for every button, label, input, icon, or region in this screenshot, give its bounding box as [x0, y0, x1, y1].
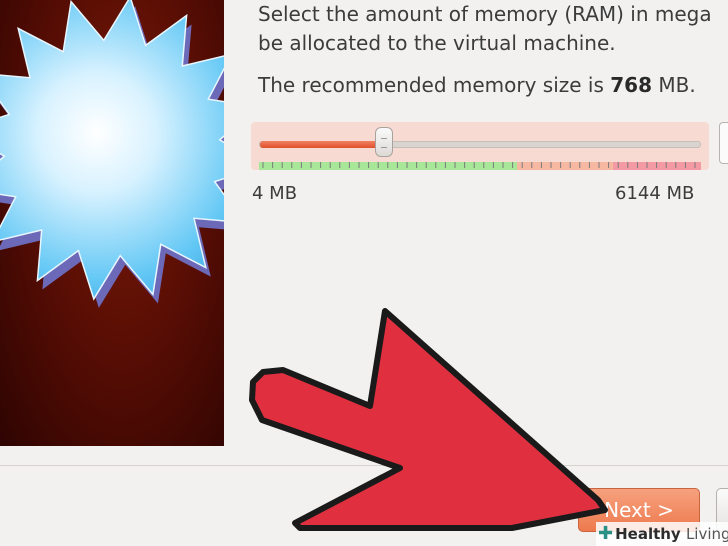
slider-max-label: 6144 MB — [615, 183, 695, 204]
plus-cross-icon: ✚ — [598, 523, 614, 544]
slider-thumb[interactable] — [375, 127, 393, 157]
memory-slider[interactable] — [251, 122, 709, 170]
healthy-living-watermark: ✚ Healthy Living — [596, 522, 728, 546]
button-bar-separator — [0, 465, 728, 466]
starburst-logo-icon — [0, 0, 224, 308]
slider-min-label: 4 MB — [252, 183, 298, 204]
wizard-sidebar — [0, 0, 224, 446]
watermark-brand: Healthy — [615, 525, 681, 543]
recommend-prefix: The recommended memory size is — [258, 73, 611, 97]
instructions-line-2: be allocated to the virtual machine. — [258, 31, 616, 55]
recommend-unit: MB. — [652, 73, 696, 97]
recommended-memory-value: 768 — [610, 73, 653, 97]
slider-fill — [260, 141, 385, 148]
watermark-suffix: Living — [685, 525, 728, 543]
memory-spinbox[interactable] — [719, 122, 728, 164]
recommended-memory-text: The recommended memory size is 768 MB. — [258, 73, 696, 97]
slider-ticks — [262, 162, 696, 168]
instructions-line-1: Select the amount of memory (RAM) in meg… — [258, 2, 712, 26]
slider-track[interactable] — [259, 141, 701, 148]
